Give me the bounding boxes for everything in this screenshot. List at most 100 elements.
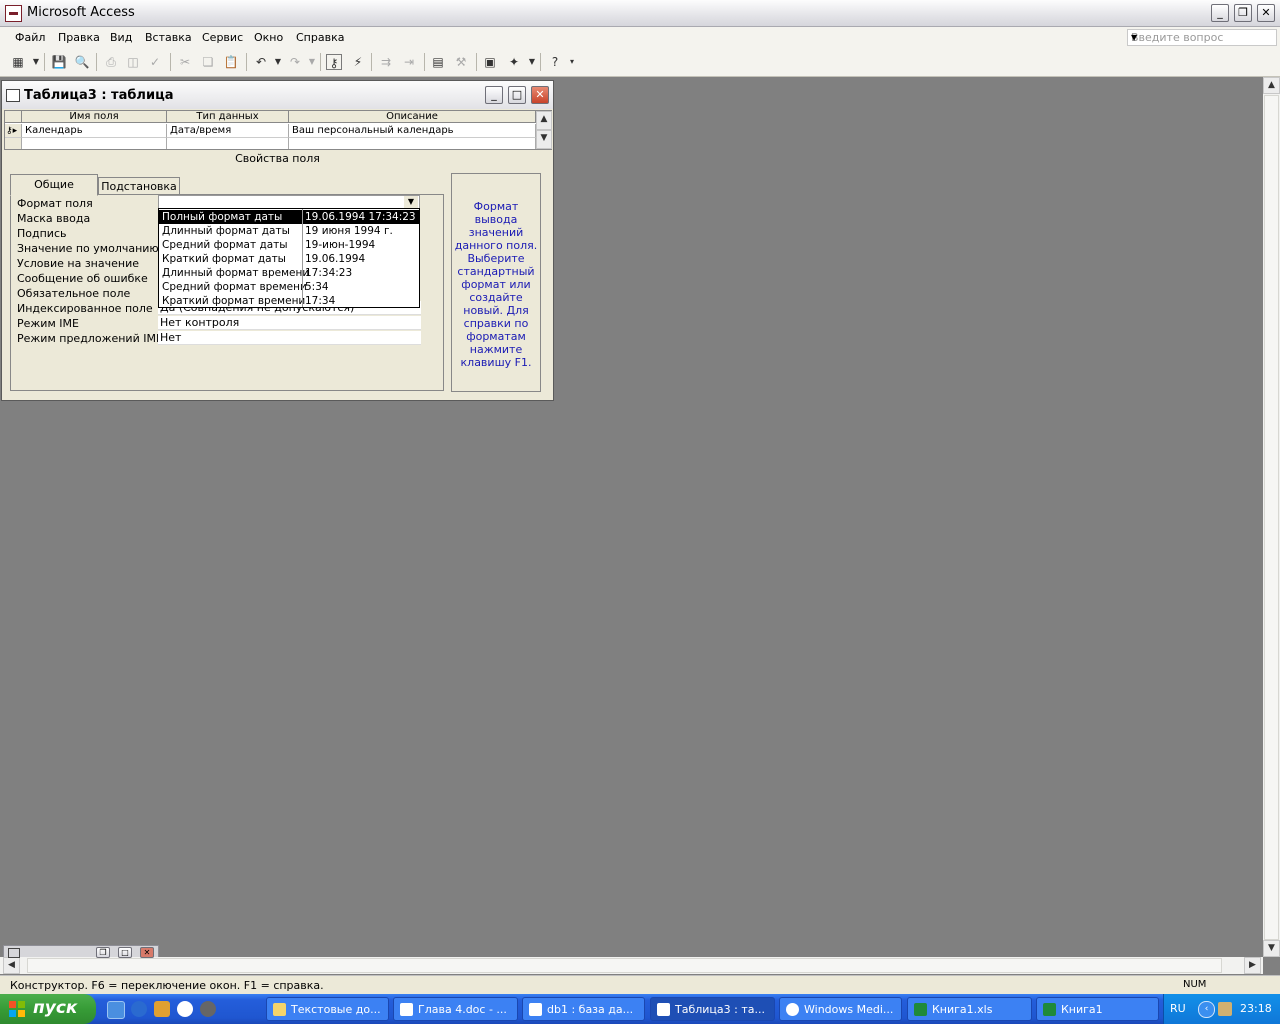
minimize-button[interactable]: _	[1211, 4, 1229, 22]
taskbar-item[interactable]: Книга1.xls	[907, 997, 1032, 1021]
taskbar-item[interactable]: Windows Medi...	[779, 997, 902, 1021]
cell-data-type[interactable]: Дата/время	[167, 124, 289, 138]
properties-icon[interactable]: ▤	[430, 54, 446, 70]
outlook-express-icon[interactable]	[154, 1001, 170, 1017]
new-object-icon[interactable]: ✦	[506, 54, 522, 70]
tab-lookup[interactable]: Подстановка	[98, 177, 180, 194]
ime-mode-value[interactable]: Нет контроля	[158, 316, 421, 330]
paste-icon[interactable]: 📋	[223, 54, 239, 70]
grid-scroll-down-icon[interactable]: ▼	[536, 130, 552, 149]
taskbar-item-active[interactable]: Таблица3 : та...	[650, 997, 775, 1021]
scroll-left-icon[interactable]: ◀	[3, 957, 20, 974]
quick-launch-icon[interactable]	[200, 1001, 216, 1017]
format-option[interactable]: Длинный формат времени 17:34:23	[159, 266, 419, 280]
format-option[interactable]: Краткий формат даты 19.06.1994	[159, 252, 419, 266]
cell-empty[interactable]	[289, 138, 536, 149]
menu-window[interactable]: Окно	[254, 31, 283, 44]
show-desktop-icon[interactable]	[107, 1001, 125, 1019]
row-selector[interactable]	[5, 138, 22, 149]
database-window-icon[interactable]: ▣	[482, 54, 498, 70]
scroll-right-icon[interactable]: ▶	[1244, 957, 1261, 974]
table-icon	[657, 1003, 670, 1016]
taskbar-item[interactable]: Глава 4.doc - ...	[393, 997, 518, 1021]
format-option[interactable]: Длинный формат даты 19 июня 1994 г.	[159, 224, 419, 238]
ask-question-input[interactable]: Введите вопрос ▼	[1127, 29, 1277, 46]
format-option-name: Средний формат даты	[162, 239, 288, 251]
horizontal-scrollbar[interactable]: ◀ ▶	[0, 957, 1263, 974]
format-option[interactable]: Краткий формат времени 17:34	[159, 294, 419, 308]
print-icon[interactable]: ⎙	[103, 54, 119, 70]
cell-field-name[interactable]: Календарь	[22, 124, 167, 138]
new-object-dropdown-icon[interactable]: ▼	[524, 54, 540, 70]
column-header-description[interactable]: Описание	[289, 111, 536, 123]
insert-rows-icon[interactable]: ⇉	[378, 54, 394, 70]
taskbar-item[interactable]: db1 : база да...	[522, 997, 645, 1021]
column-header-field-name[interactable]: Имя поля	[22, 111, 167, 123]
row-selector-header	[5, 111, 22, 123]
restore-icon[interactable]: ❐	[96, 947, 110, 958]
tray-app-icon[interactable]	[1218, 1002, 1232, 1016]
primary-key-icon[interactable]: ⚷	[326, 54, 342, 70]
start-button[interactable]: пуск	[0, 994, 96, 1024]
chevron-down-icon[interactable]: ▼	[1131, 33, 1274, 42]
cut-icon[interactable]: ✂	[177, 54, 193, 70]
view-icon[interactable]: ▦	[10, 54, 26, 70]
menu-tools[interactable]: Сервис	[202, 31, 243, 44]
delete-rows-icon[interactable]: ⇥	[401, 54, 417, 70]
format-option[interactable]: Полный формат даты 19.06.1994 17:34:23	[159, 210, 419, 224]
format-option[interactable]: Средний формат даты 19-июн-1994	[159, 238, 419, 252]
indexes-icon[interactable]: ⚡	[350, 54, 366, 70]
table-maximize-button[interactable]: □	[508, 86, 526, 104]
view-dropdown-icon[interactable]: ▼	[28, 54, 44, 70]
format-option-example: 19 июня 1994 г.	[305, 225, 393, 237]
language-indicator[interactable]: RU	[1170, 1002, 1186, 1015]
vertical-scrollbar[interactable]: ▲ ▼	[1263, 77, 1280, 957]
menu-help[interactable]: Справка	[296, 31, 344, 44]
close-button[interactable]: ✕	[1257, 4, 1275, 22]
maximize-icon[interactable]: □	[118, 947, 132, 958]
toolbar-options-icon[interactable]: ▾	[564, 54, 580, 70]
internet-explorer-icon[interactable]	[131, 1001, 147, 1017]
close-icon[interactable]: ✕	[140, 947, 154, 958]
cell-empty[interactable]	[22, 138, 167, 149]
tab-general[interactable]: Общие	[10, 174, 98, 196]
restore-button[interactable]: ❐	[1234, 4, 1252, 22]
format-option[interactable]: Средний формат времени 5:34	[159, 280, 419, 294]
help-icon[interactable]: ?	[547, 54, 563, 70]
table-minimize-button[interactable]: _	[485, 86, 503, 104]
excel-icon	[914, 1003, 927, 1016]
access-app-icon[interactable]	[5, 5, 22, 22]
menu-view[interactable]: Вид	[110, 31, 132, 44]
cell-empty[interactable]	[167, 138, 289, 149]
save-icon[interactable]: 💾	[51, 54, 67, 70]
grid-scroll-up-icon[interactable]: ▲	[536, 111, 552, 130]
hscroll-thumb[interactable]	[27, 958, 1222, 973]
primary-key-row-icon[interactable]: ⚷▸	[5, 124, 22, 138]
minimized-database-window[interactable]: ❐ □ ✕	[3, 945, 159, 958]
print-preview-icon[interactable]: ◫	[125, 54, 141, 70]
scroll-thumb[interactable]	[1264, 95, 1279, 940]
redo-dropdown-icon[interactable]: ▼	[304, 54, 320, 70]
scroll-down-icon[interactable]: ▼	[1263, 940, 1280, 957]
spelling-icon[interactable]: ✓	[147, 54, 163, 70]
cell-description[interactable]: Ваш персональный календарь	[289, 124, 536, 138]
media-player-icon[interactable]	[177, 1001, 193, 1017]
tray-expand-icon[interactable]: ‹	[1198, 1001, 1215, 1018]
taskbar-item[interactable]: Книга1	[1036, 997, 1159, 1021]
search-icon[interactable]: 🔍	[74, 54, 90, 70]
ime-sentence-mode-value[interactable]: Нет	[158, 331, 421, 345]
menu-edit[interactable]: Правка	[58, 31, 100, 44]
menu-file[interactable]: Файл	[15, 31, 45, 44]
chevron-down-icon[interactable]: ▼	[404, 196, 418, 208]
undo-icon[interactable]: ↶	[253, 54, 269, 70]
scroll-up-icon[interactable]: ▲	[1263, 77, 1280, 94]
table-close-button[interactable]: ✕	[531, 86, 549, 104]
undo-dropdown-icon[interactable]: ▼	[270, 54, 286, 70]
column-header-data-type[interactable]: Тип данных	[167, 111, 289, 123]
build-icon[interactable]: ⚒	[453, 54, 469, 70]
redo-icon[interactable]: ↷	[287, 54, 303, 70]
copy-icon[interactable]: ❏	[200, 54, 216, 70]
taskbar-item[interactable]: Текстовые до...	[266, 997, 389, 1021]
menu-insert[interactable]: Вставка	[145, 31, 192, 44]
format-field-input[interactable]	[158, 195, 420, 209]
